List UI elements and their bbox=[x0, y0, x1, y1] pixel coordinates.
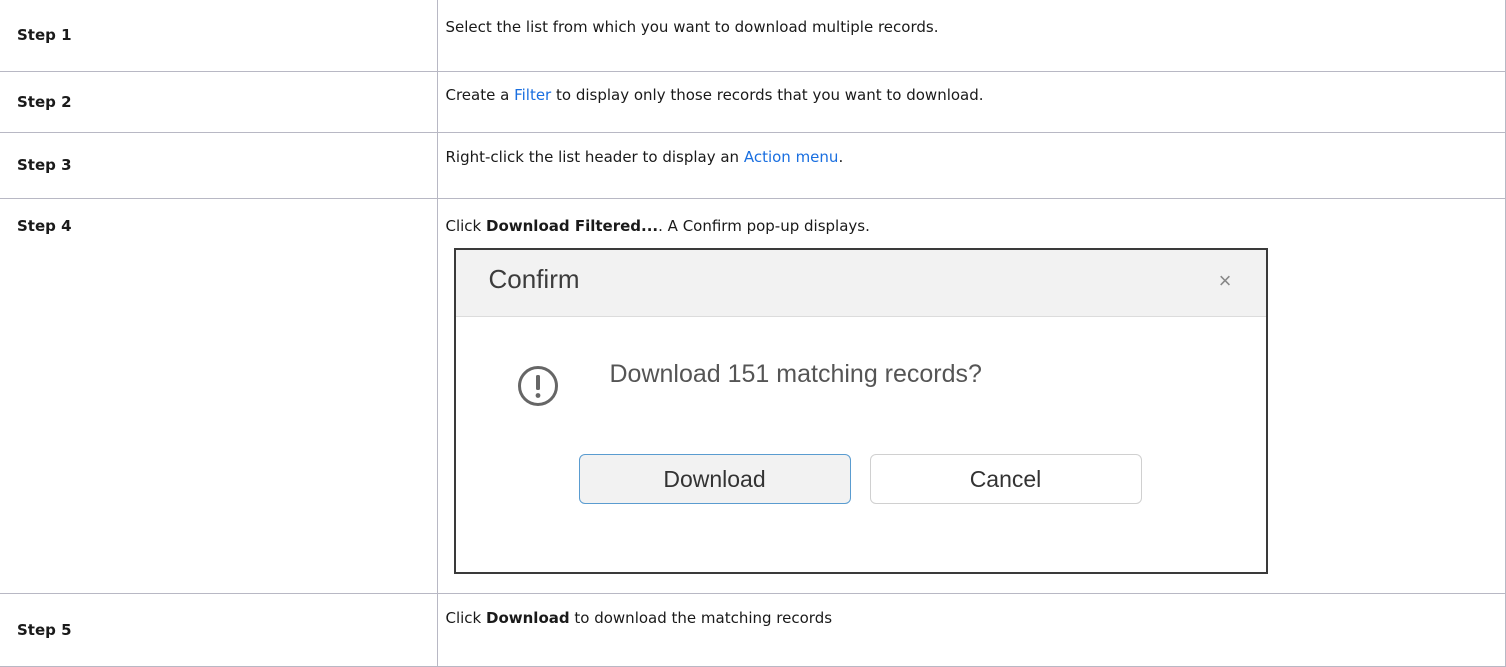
exclamation-circle-icon bbox=[517, 365, 558, 406]
close-icon[interactable]: × bbox=[1219, 268, 1232, 294]
step-row-3: Step 3 Right-click the list header to di… bbox=[0, 131, 1506, 199]
step-text: . A Confirm pop-up displays. bbox=[658, 216, 870, 235]
step-label: Step 4 bbox=[0, 197, 438, 594]
step-text: Click bbox=[445, 608, 487, 627]
step-description: Click Download to download the matching … bbox=[436, 592, 1506, 667]
step-text: . bbox=[838, 147, 844, 166]
dialog-header: Confirm × bbox=[455, 249, 1266, 317]
step-row-1: Step 1 Select the list from which you wa… bbox=[0, 0, 1506, 72]
step-bold-text: Download bbox=[486, 608, 570, 627]
step-text: to download the matching records bbox=[569, 608, 833, 627]
step-text: Create a bbox=[445, 85, 515, 104]
step-label: Step 2 bbox=[0, 70, 438, 133]
action-menu-link[interactable]: Action menu bbox=[744, 148, 839, 166]
confirm-dialog: Confirm × Download 151 matching records?… bbox=[453, 247, 1268, 574]
dialog-title: Confirm bbox=[488, 263, 580, 294]
step-bold-text: Download Filtered... bbox=[486, 216, 659, 235]
step-label: Step 1 bbox=[0, 0, 438, 72]
step-description: Create a Filter to display only those re… bbox=[436, 70, 1506, 133]
step-description: Click Download Filtered.... A Confirm po… bbox=[436, 197, 1506, 594]
step-text: Right-click the list header to display a… bbox=[445, 147, 744, 166]
filter-link[interactable]: Filter bbox=[514, 86, 551, 104]
step-label: Step 3 bbox=[0, 131, 438, 199]
step-description: Select the list from which you want to d… bbox=[436, 0, 1506, 72]
step-row-5: Step 5 Click Download to download the ma… bbox=[0, 592, 1506, 667]
download-button[interactable]: Download bbox=[578, 453, 851, 504]
cancel-button[interactable]: Cancel bbox=[869, 453, 1142, 504]
step-row-2: Step 2 Create a Filter to display only t… bbox=[0, 70, 1506, 133]
step-text: to display only those records that you w… bbox=[551, 85, 984, 104]
step-text: Select the list from which you want to d… bbox=[445, 18, 939, 36]
step-description: Right-click the list header to display a… bbox=[436, 131, 1506, 199]
dialog-message: Download 151 matching records? bbox=[609, 359, 982, 388]
step-text: Click bbox=[445, 216, 487, 235]
steps-table: Step 1 Select the list from which you wa… bbox=[0, 0, 1506, 667]
step-row-4: Step 4 Click Download Filtered.... A Con… bbox=[0, 197, 1506, 594]
step-label: Step 5 bbox=[0, 592, 438, 667]
